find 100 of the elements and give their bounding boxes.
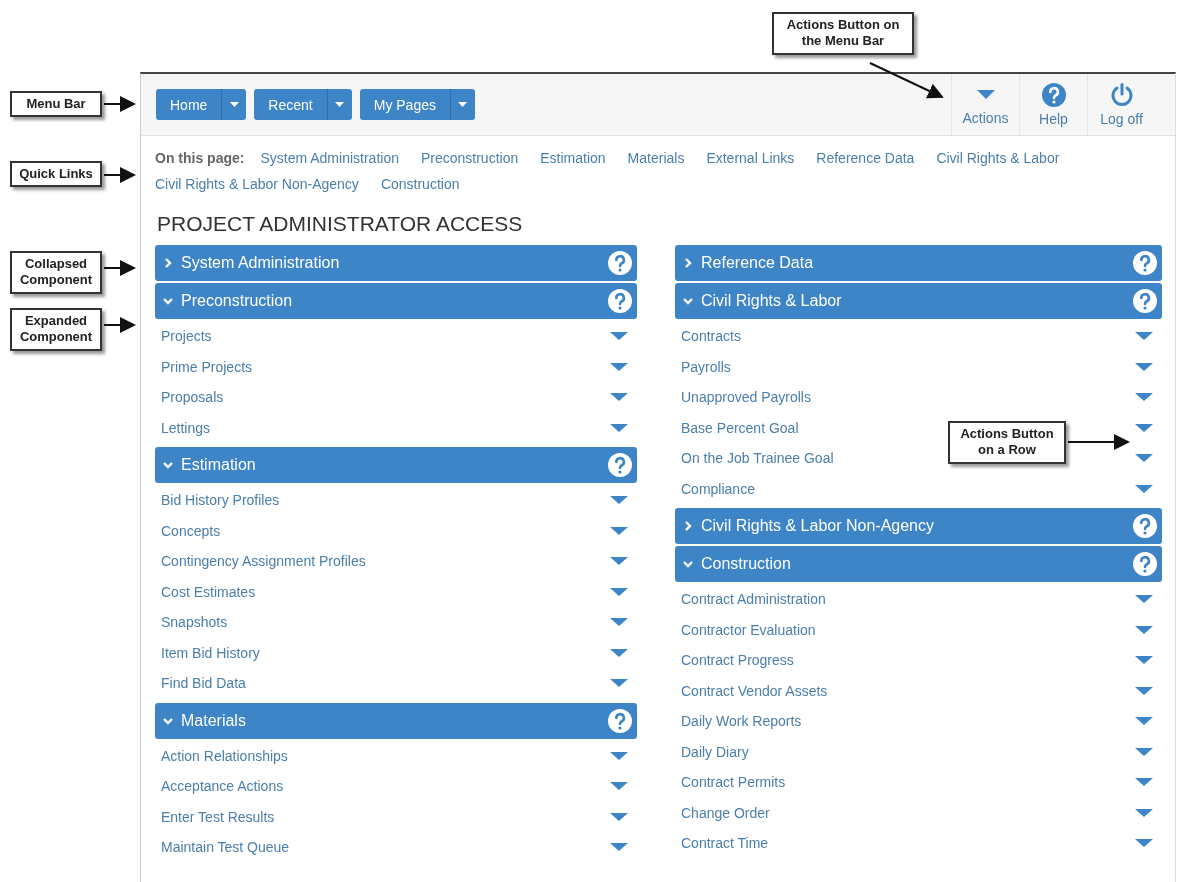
row-actions-icon[interactable] — [1134, 776, 1154, 789]
row-actions-icon[interactable] — [1134, 715, 1154, 728]
row-actions-icon[interactable] — [609, 841, 629, 854]
menu-action-button[interactable]: Log off — [1087, 74, 1155, 135]
menu-dropdown-button[interactable] — [327, 89, 352, 120]
callout-arrow — [103, 96, 136, 112]
help-icon[interactable] — [608, 251, 632, 275]
component-link[interactable]: Bid History Profiles — [161, 492, 280, 509]
callout-label: Actions Button on a Row — [948, 421, 1066, 464]
component-link[interactable]: Change Order — [681, 804, 770, 821]
quick-link[interactable]: Estimation — [540, 150, 606, 166]
component-link[interactable]: Compliance — [681, 480, 755, 497]
component-link[interactable]: Lettings — [161, 419, 211, 436]
row-actions-icon[interactable] — [609, 585, 629, 598]
row-actions-icon[interactable] — [1134, 745, 1154, 758]
row-actions-icon[interactable] — [609, 810, 629, 823]
component-link[interactable]: Cost Estimates — [161, 583, 256, 600]
row-actions-icon[interactable] — [1134, 593, 1154, 606]
menu-dropdown-button[interactable] — [222, 89, 247, 120]
help-icon[interactable] — [608, 453, 632, 477]
row-actions-icon[interactable] — [609, 749, 629, 762]
component-header[interactable]: System Administration — [155, 245, 637, 281]
component-link[interactable]: Projects — [161, 328, 212, 345]
component-link[interactable]: Action Relationships — [161, 747, 288, 764]
component-header[interactable]: Reference Data — [675, 245, 1162, 281]
row-actions-icon[interactable] — [609, 421, 629, 434]
caret-icon — [335, 102, 345, 107]
help-icon[interactable] — [1133, 289, 1157, 313]
row-actions-icon[interactable] — [609, 677, 629, 690]
menu-dropdown-button[interactable] — [450, 89, 475, 120]
menu-action-button[interactable]: Help — [1019, 74, 1087, 135]
component-link[interactable]: Prime Projects — [161, 358, 253, 375]
help-icon[interactable] — [608, 289, 632, 313]
menu-action-button[interactable]: Actions — [951, 74, 1019, 135]
row-actions-icon[interactable] — [1134, 330, 1154, 343]
component-link[interactable]: Contract Vendor Assets — [681, 682, 828, 699]
help-icon[interactable] — [1133, 251, 1157, 275]
row-actions-icon[interactable] — [1134, 482, 1154, 495]
row-actions-icon[interactable] — [609, 391, 629, 404]
row-actions-icon[interactable] — [1134, 654, 1154, 667]
menu-button[interactable]: Home — [156, 89, 223, 120]
help-icon[interactable] — [608, 708, 632, 733]
component-link[interactable]: Snapshots — [161, 614, 228, 631]
row-actions-icon[interactable] — [1134, 360, 1154, 373]
component-link[interactable]: Item Bid History — [161, 644, 260, 661]
component-title: Civil Rights & Labor — [701, 292, 843, 310]
row-actions-icon[interactable] — [609, 646, 629, 659]
row-actions-icon[interactable] — [609, 555, 629, 568]
quick-link[interactable]: Construction — [380, 176, 460, 192]
component-link[interactable]: Daily Diary — [681, 743, 749, 760]
component-link[interactable]: Contract Permits — [681, 774, 786, 791]
component-link[interactable]: Contingency Assignment Profiles — [161, 553, 366, 570]
component-link[interactable]: Maintain Test Queue — [161, 839, 290, 856]
component-link[interactable]: Base Percent Goal — [681, 419, 799, 436]
quick-link[interactable]: Materials — [627, 150, 685, 166]
row-actions-icon[interactable] — [1134, 391, 1154, 404]
component-link[interactable]: Contract Progress — [681, 652, 794, 669]
menu-button[interactable]: Recent — [254, 89, 328, 120]
component-link[interactable]: Find Bid Data — [161, 675, 246, 692]
quick-link[interactable]: Preconstruction — [420, 150, 519, 166]
row-actions-icon[interactable] — [1134, 837, 1154, 850]
component-header[interactable]: Civil Rights & Labor — [675, 283, 1162, 319]
row-actions-icon[interactable] — [1134, 623, 1154, 636]
quick-link[interactable]: Civil Rights & Labor Non-Agency — [155, 176, 359, 192]
quick-link[interactable]: Civil Rights & Labor — [936, 150, 1060, 166]
component-link[interactable]: Contract Administration — [681, 591, 826, 608]
row-actions-icon[interactable] — [609, 330, 629, 343]
component-link[interactable]: Enter Test Results — [161, 808, 275, 825]
row-actions-icon[interactable] — [1134, 806, 1154, 819]
component-link[interactable]: Daily Work Reports — [681, 713, 802, 730]
component-link[interactable]: Unapproved Payrolls — [681, 389, 811, 406]
component-header[interactable]: Preconstruction — [155, 283, 637, 319]
component-link[interactable]: On the Job Trainee Goal — [681, 450, 834, 467]
component-link[interactable]: Contract Time — [681, 835, 769, 852]
quick-link[interactable]: Reference Data — [816, 150, 915, 166]
row-actions-icon[interactable] — [1134, 452, 1154, 465]
row-actions-icon[interactable] — [609, 524, 629, 537]
help-icon[interactable] — [1133, 514, 1157, 538]
row-actions-icon[interactable] — [1134, 684, 1154, 697]
component-link[interactable]: Contractor Evaluation — [681, 621, 816, 638]
row-actions-icon[interactable] — [609, 360, 629, 373]
callout-arrow — [103, 167, 136, 183]
menu-button[interactable]: My Pages — [359, 89, 451, 120]
component-header[interactable]: Estimation — [155, 447, 637, 483]
quick-link[interactable]: External Links — [706, 150, 795, 166]
component-link[interactable]: Contracts — [681, 328, 741, 345]
component-header[interactable]: Civil Rights & Labor Non-Agency — [675, 508, 1162, 544]
help-icon[interactable] — [1133, 552, 1157, 576]
component-link[interactable]: Proposals — [161, 389, 224, 406]
quick-link[interactable]: System Administration — [260, 150, 399, 166]
row-actions-icon[interactable] — [609, 780, 629, 793]
row-actions-icon[interactable] — [1134, 421, 1154, 434]
row-actions-icon[interactable] — [609, 494, 629, 507]
component-header[interactable]: Construction — [675, 546, 1162, 582]
component-link[interactable]: Payrolls — [681, 358, 731, 375]
component-link[interactable]: Concepts — [161, 522, 221, 539]
component-link[interactable]: Acceptance Actions — [161, 778, 284, 795]
row-actions-icon[interactable] — [609, 616, 629, 629]
component-header[interactable]: Materials — [155, 702, 637, 739]
callout-arrow — [103, 260, 136, 276]
